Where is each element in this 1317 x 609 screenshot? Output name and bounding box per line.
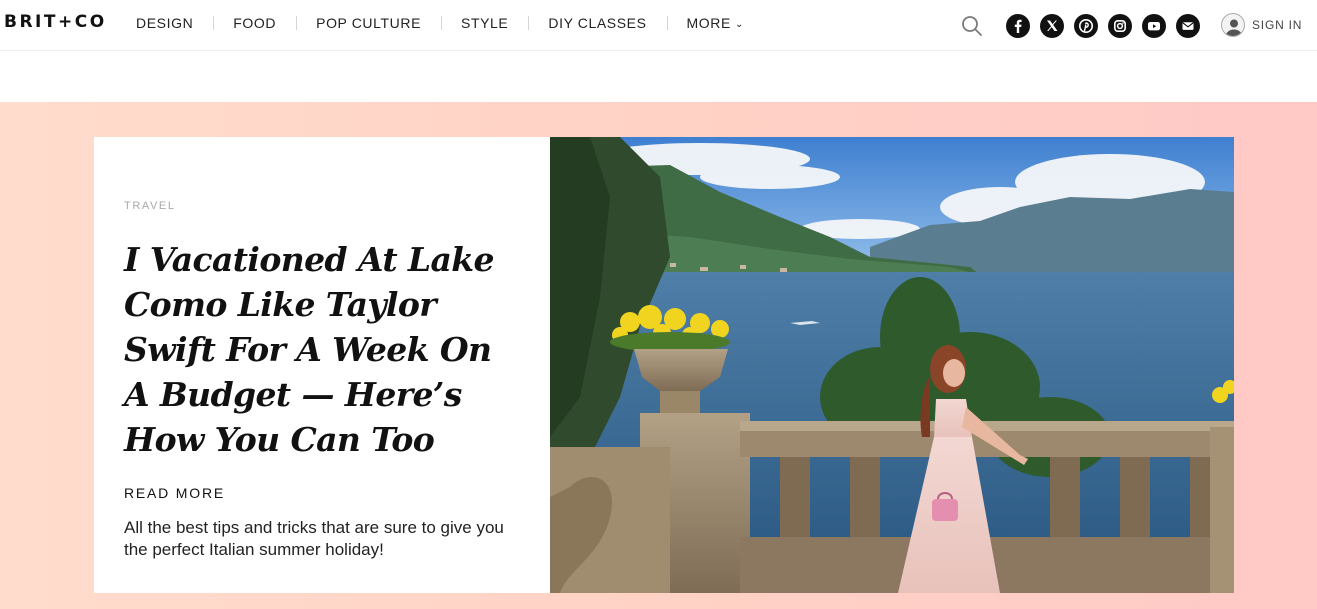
category-label[interactable]: TRAVEL xyxy=(124,200,176,212)
hero-section: TRAVEL I Vacationed At Lake Como Like Ta… xyxy=(0,102,1317,609)
hero-article-card[interactable]: TRAVEL I Vacationed At Lake Como Like Ta… xyxy=(94,137,550,593)
pinterest-icon[interactable] xyxy=(1074,14,1098,38)
social-links xyxy=(1006,14,1200,38)
nav-item-diy-classes[interactable]: DIY CLASSES xyxy=(528,15,666,31)
avatar-icon xyxy=(1221,13,1245,37)
hero-image[interactable] xyxy=(550,137,1234,593)
nav-item-pop-culture[interactable]: POP CULTURE xyxy=(296,15,441,31)
article-headline[interactable]: I Vacationed At Lake Como Like Taylor Sw… xyxy=(124,237,524,462)
x-icon[interactable] xyxy=(1040,14,1064,38)
instagram-icon[interactable] xyxy=(1108,14,1132,38)
nav-item-food[interactable]: FOOD xyxy=(213,15,296,31)
sign-in-button[interactable]: SIGN IN xyxy=(1221,13,1302,37)
chevron-down-icon: ⌄ xyxy=(734,18,744,30)
email-icon[interactable] xyxy=(1176,14,1200,38)
youtube-icon[interactable] xyxy=(1142,14,1166,38)
read-more-link[interactable]: READ MORE xyxy=(124,485,227,507)
site-header: BRIT+CO DESIGN FOOD POP CULTURE STYLE DI… xyxy=(0,0,1317,51)
nav-item-label: STYLE xyxy=(461,14,509,31)
nav-item-style[interactable]: STYLE xyxy=(441,15,528,31)
nav-item-label: FOOD xyxy=(233,14,277,31)
facebook-icon[interactable] xyxy=(1006,14,1030,38)
read-more-label: READ MORE xyxy=(124,485,225,501)
nav-item-label: DESIGN xyxy=(136,14,194,31)
search-icon[interactable] xyxy=(961,15,983,37)
sign-in-label: SIGN IN xyxy=(1252,18,1303,32)
nav-item-label: POP CULTURE xyxy=(316,14,422,31)
article-dek: All the best tips and tricks that are su… xyxy=(124,518,504,559)
nav-item-label: MORE xyxy=(686,14,731,31)
nav-item-more[interactable]: MORE ⌄ xyxy=(666,14,764,31)
site-logo[interactable]: BRIT+CO xyxy=(4,12,107,32)
main-nav: DESIGN FOOD POP CULTURE STYLE DIY CLASSE… xyxy=(116,0,764,45)
nav-item-label: DIY CLASSES xyxy=(548,14,647,31)
nav-item-design[interactable]: DESIGN xyxy=(116,15,213,31)
